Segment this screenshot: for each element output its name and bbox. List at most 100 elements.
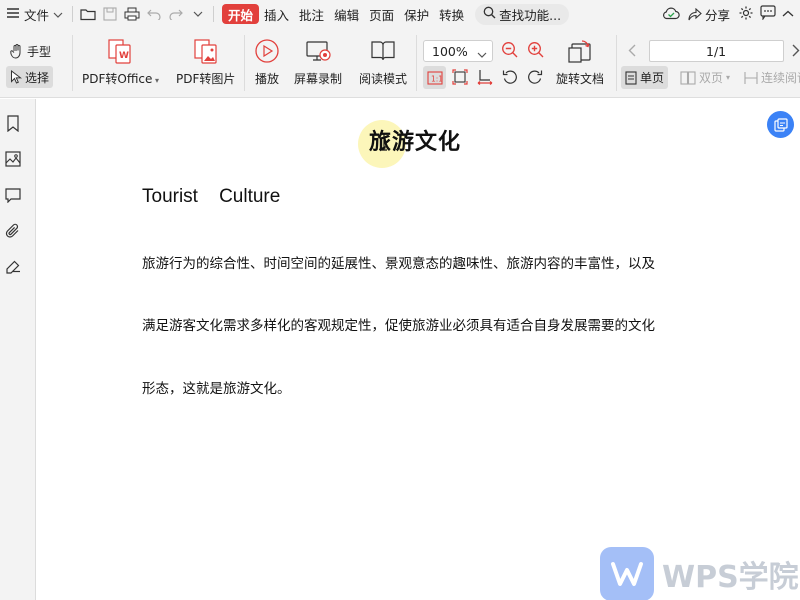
- document-subtitle: Tourist Culture: [142, 186, 281, 207]
- hamburger-icon: [6, 7, 20, 22]
- wps-logo-icon: [600, 547, 654, 600]
- save-icon[interactable]: [99, 3, 121, 25]
- message-icon[interactable]: [760, 5, 776, 23]
- zoom-value: 100%: [432, 43, 468, 59]
- tab-insert[interactable]: 插入: [259, 3, 294, 25]
- cursor-icon: [11, 70, 22, 84]
- comment-icon[interactable]: [4, 186, 22, 204]
- chevron-up-icon[interactable]: [782, 7, 794, 21]
- pdf-to-image-label: PDF转图片: [176, 72, 236, 86]
- fit-page-icon[interactable]: [452, 69, 468, 88]
- screen-record-icon: [304, 36, 332, 66]
- chevron-down-icon: [53, 7, 63, 22]
- divider: [244, 35, 245, 91]
- tab-annotate[interactable]: 批注: [294, 3, 329, 25]
- signature-pen-icon[interactable]: [4, 258, 22, 276]
- svg-text:1:1: 1:1: [431, 74, 443, 83]
- tab-edit[interactable]: 编辑: [329, 3, 364, 25]
- thumbnail-icon[interactable]: [4, 150, 22, 168]
- search-icon: [483, 6, 496, 22]
- quick-access-dropdown-icon[interactable]: [187, 3, 209, 25]
- divider: [616, 35, 617, 91]
- file-menu-label: 文件: [24, 7, 50, 23]
- page-number-input[interactable]: 1/1: [649, 40, 784, 62]
- share-button[interactable]: 分享: [686, 3, 732, 25]
- dropdown-caret-icon: ▾: [152, 76, 159, 85]
- zoom-in-icon[interactable]: [527, 41, 545, 62]
- continuous-read-button[interactable]: 连续阅读: [740, 66, 800, 89]
- cloud-sync-icon[interactable]: [662, 6, 680, 23]
- pdf-to-image-icon: [193, 36, 219, 66]
- pdf-to-office-label: PDF转Office: [82, 72, 153, 86]
- rotate-document-button[interactable]: 旋转文档: [556, 36, 604, 87]
- svg-text:W: W: [119, 51, 129, 61]
- pdf-to-word-icon: W: [107, 36, 133, 66]
- undo-icon[interactable]: [143, 3, 165, 25]
- paragraph-line: 旅游行为的综合性、时间空间的延展性、景观意态的趣味性、旅游内容的丰富性，以及: [142, 256, 655, 272]
- file-menu[interactable]: 文件: [0, 3, 68, 25]
- watermark-text: WPS学院: [662, 560, 799, 595]
- continuous-read-label: 连续阅读: [761, 71, 800, 85]
- paragraph-line: 满足游客文化需求多样化的客观规定性，促使旅游业必须具有适合自身发展需要的文化: [142, 318, 655, 334]
- screen-record-button[interactable]: 屏幕录制: [294, 36, 342, 87]
- share-label: 分享: [704, 7, 730, 23]
- divider: [72, 6, 74, 22]
- read-mode-label: 阅读模式: [359, 72, 408, 86]
- play-button[interactable]: 播放: [254, 36, 280, 87]
- tab-protect[interactable]: 保护: [399, 3, 434, 25]
- hand-tool-button[interactable]: 手型: [6, 40, 55, 62]
- select-tool-button[interactable]: 选择: [6, 66, 54, 88]
- screen-record-label: 屏幕录制: [294, 72, 343, 86]
- zoom-out-icon[interactable]: [501, 41, 519, 62]
- page-number-value: 1/1: [706, 43, 727, 59]
- rotate-right-icon[interactable]: [527, 69, 543, 88]
- play-label: 播放: [254, 72, 279, 86]
- rotate-document-label: 旋转文档: [556, 72, 605, 86]
- gear-icon[interactable]: [738, 5, 754, 24]
- tab-page[interactable]: 页面: [364, 3, 399, 25]
- bookmark-icon[interactable]: [4, 114, 22, 132]
- pdf-to-office-button[interactable]: W PDF转Office ▾: [82, 36, 159, 87]
- single-page-icon: [625, 70, 637, 85]
- hand-icon: [10, 43, 21, 59]
- rotate-document-icon: [566, 36, 594, 66]
- convert-icon: [773, 117, 788, 132]
- rotate-left-icon[interactable]: [502, 69, 518, 88]
- actual-size-icon[interactable]: 1:1: [423, 66, 446, 89]
- document-viewport[interactable]: [37, 99, 800, 600]
- left-sidebar: [0, 99, 36, 600]
- search-feature-label: 查找功能...: [499, 7, 562, 23]
- read-mode-button[interactable]: 阅读模式: [359, 36, 407, 87]
- hand-tool-label: 手型: [27, 44, 52, 59]
- double-page-icon: [680, 70, 696, 85]
- tab-convert[interactable]: 转换: [434, 3, 469, 25]
- previous-page-icon[interactable]: [628, 44, 636, 60]
- text-cursor-icon: [380, 133, 388, 154]
- divider: [213, 6, 215, 22]
- search-feature-box[interactable]: 查找功能...: [475, 3, 570, 25]
- tab-start[interactable]: 开始: [222, 4, 260, 24]
- single-page-button[interactable]: 单页: [621, 66, 669, 89]
- zoom-select[interactable]: 100%: [423, 40, 493, 62]
- floating-convert-button[interactable]: [767, 111, 794, 138]
- double-page-button[interactable]: 双页 ▾: [676, 66, 734, 89]
- divider: [72, 35, 73, 91]
- attachment-icon[interactable]: [4, 222, 22, 240]
- open-folder-icon[interactable]: [77, 3, 99, 25]
- next-page-icon[interactable]: [792, 44, 800, 60]
- book-icon: [369, 36, 397, 66]
- paragraph-line: 形态，这就是旅游文化。: [142, 381, 291, 397]
- redo-icon[interactable]: [165, 3, 187, 25]
- select-tool-label: 选择: [25, 70, 50, 85]
- wps-academy-watermark: WPS学院: [600, 547, 799, 600]
- continuous-read-icon: [744, 71, 758, 84]
- menu-bar: 文件 开始 插入 批注 编辑 页面 保护 转换 查找功能... 分享: [0, 0, 800, 28]
- double-page-label: 双页: [699, 71, 724, 85]
- share-icon: [688, 7, 702, 20]
- pdf-to-image-button[interactable]: PDF转图片: [176, 36, 235, 87]
- fit-width-icon[interactable]: [477, 69, 493, 88]
- chevron-down-icon: [477, 47, 487, 62]
- print-icon[interactable]: [121, 3, 143, 25]
- divider: [416, 35, 417, 91]
- dropdown-caret-icon: ▾: [726, 73, 731, 82]
